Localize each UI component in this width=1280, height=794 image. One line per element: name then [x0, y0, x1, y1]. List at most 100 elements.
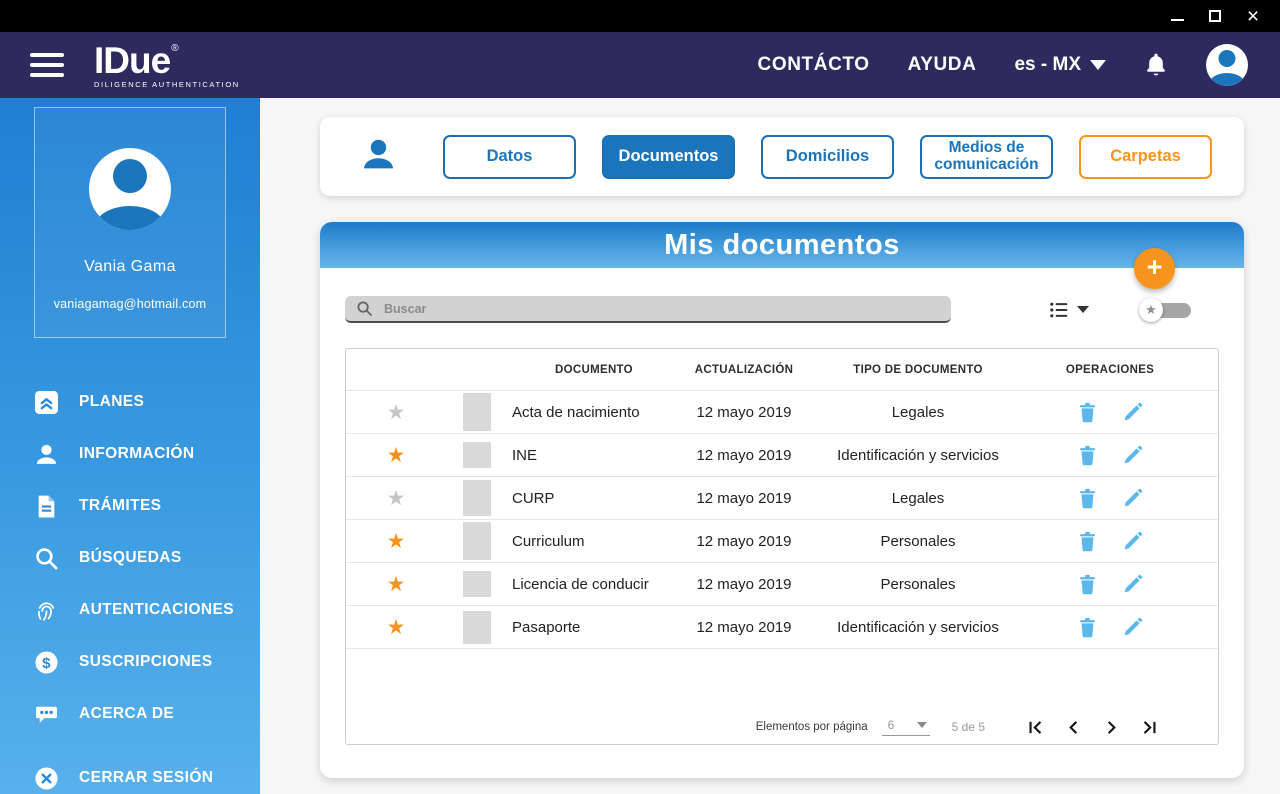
table-body: ★ Acta de nacimiento 12 mayo 2019 Legale… [346, 391, 1218, 649]
panel-title: Mis documentos [664, 228, 900, 261]
table-row: ★ Curriculum 12 mayo 2019 Personales [346, 520, 1218, 563]
sidebar-item-acerca-de[interactable]: ACERCA DE [34, 688, 260, 740]
delete-trash-icon[interactable] [1077, 488, 1098, 509]
table-header-row: DOCUMENTO ACTUALIZACIÓN TIPO DE DOCUMENT… [346, 349, 1218, 391]
sidebar: Vania Gama vaniagamag@hotmail.com PLANES… [0, 98, 260, 794]
favorite-star-icon[interactable]: ★ [387, 573, 406, 596]
favorites-filter-toggle[interactable]: ★ [1139, 297, 1191, 322]
maximize-icon[interactable] [1204, 5, 1226, 27]
close-icon[interactable]: × [1242, 5, 1264, 27]
brand-tagline: DILIGENCE AUTHENTICATION [94, 79, 240, 89]
items-per-page-select[interactable]: 6 [881, 718, 930, 736]
first-page-icon[interactable] [1027, 719, 1044, 736]
sidebar-item-label: AUTENTICACIONES [79, 601, 234, 618]
list-icon [1050, 302, 1068, 317]
doc-thumbnail [463, 442, 491, 468]
doc-type: Personales [880, 532, 956, 550]
doc-thumbnail [463, 480, 491, 516]
table-row: ★ CURP 12 mayo 2019 Legales [346, 477, 1218, 520]
profile-name: Vania Gama [84, 258, 176, 275]
sidebar-item-informacion[interactable]: INFORMACIÓN [34, 428, 260, 480]
sidebar-item-label: ACERCA DE [79, 705, 175, 722]
edit-pencil-icon[interactable] [1122, 402, 1143, 423]
chevron-down-icon [1090, 60, 1106, 70]
tab-carpetas[interactable]: Carpetas [1079, 134, 1212, 179]
doc-name: INE [512, 446, 538, 464]
doc-type: Identificación y servicios [837, 446, 999, 464]
documents-panel-header: Mis documentos [320, 222, 1244, 268]
table-row: ★ Licencia de conducir 12 mayo 2019 Pers… [346, 563, 1218, 606]
hamburger-menu-icon[interactable] [30, 53, 64, 77]
delete-trash-icon[interactable] [1077, 617, 1098, 638]
edit-pencil-icon[interactable] [1122, 574, 1143, 595]
edit-pencil-icon[interactable] [1122, 488, 1143, 509]
favorite-star-icon[interactable]: ★ [387, 616, 406, 639]
search-input[interactable] [384, 301, 940, 316]
doc-name: Curriculum [512, 532, 585, 550]
tab-datos[interactable]: Datos [443, 134, 576, 179]
profile-card: Vania Gama vaniagamag@hotmail.com [34, 107, 226, 338]
doc-name: Licencia de conducir [512, 575, 649, 593]
last-page-icon[interactable] [1141, 719, 1158, 736]
edit-pencil-icon[interactable] [1122, 617, 1143, 638]
tab-domicilios[interactable]: Domicilios [761, 134, 894, 179]
favorite-star-icon[interactable]: ★ [387, 401, 406, 424]
help-link[interactable]: AYUDA [908, 54, 977, 76]
doc-type: Identificación y servicios [837, 618, 999, 636]
notifications-bell-icon[interactable] [1144, 52, 1168, 78]
sidebar-item-busquedas[interactable]: BÚSQUEDAS [34, 532, 260, 584]
favorite-star-icon[interactable]: ★ [387, 487, 406, 510]
search-row: ★ [345, 296, 1219, 323]
col-tipo: TIPO DE DOCUMENTO [853, 363, 983, 376]
brand-logo: IDue ® DILIGENCE AUTHENTICATION [94, 42, 240, 89]
language-selector[interactable]: es - MX [1014, 54, 1106, 76]
search-icon [357, 301, 372, 316]
app-header: IDue ® DILIGENCE AUTHENTICATION CONTÁCTO… [0, 32, 1280, 98]
doc-thumbnail [463, 522, 491, 560]
sidebar-item-cerrar-sesion[interactable]: CERRAR SESIÓN [34, 752, 260, 794]
doc-name: CURP [512, 489, 555, 507]
minimize-icon[interactable] [1166, 5, 1188, 27]
doc-thumbnail [463, 393, 491, 431]
delete-trash-icon[interactable] [1077, 531, 1098, 552]
sidebar-item-tramites[interactable]: TRÁMITES [34, 480, 260, 532]
documents-table: DOCUMENTO ACTUALIZACIÓN TIPO DE DOCUMENT… [345, 348, 1219, 745]
delete-trash-icon[interactable] [1077, 445, 1098, 466]
plans-icon [34, 390, 59, 415]
fingerprint-icon [34, 598, 59, 623]
previous-page-icon[interactable] [1065, 719, 1082, 736]
sidebar-item-label: INFORMACIÓN [79, 445, 195, 462]
delete-trash-icon[interactable] [1077, 402, 1098, 423]
list-view-selector[interactable] [1049, 300, 1089, 320]
user-avatar[interactable] [1206, 44, 1248, 86]
col-documento: DOCUMENTO [555, 363, 633, 376]
tab-medios-de-comunicacion[interactable]: Medios de comunicación [920, 134, 1053, 179]
doc-thumbnail [463, 571, 491, 597]
chevron-down-icon [1077, 306, 1089, 313]
profile-email: vaniagamag@hotmail.com [53, 297, 207, 311]
add-document-button[interactable]: + [1134, 248, 1175, 289]
plus-icon: + [1146, 252, 1163, 282]
doc-name: Acta de nacimiento [512, 403, 640, 421]
contact-link[interactable]: CONTÁCTO [758, 54, 870, 76]
sidebar-item-autenticaciones[interactable]: AUTENTICACIONES [34, 584, 260, 636]
sidebar-item-label: SUSCRIPCIONES [79, 653, 213, 670]
sidebar-item-planes[interactable]: PLANES [34, 376, 260, 428]
person-icon [34, 442, 59, 467]
delete-trash-icon[interactable] [1077, 574, 1098, 595]
favorite-star-icon[interactable]: ★ [387, 444, 406, 467]
sidebar-item-label: PLANES [79, 393, 145, 410]
star-icon: ★ [1139, 297, 1163, 322]
sidebar-item-suscripciones[interactable]: $ SUSCRIPCIONES [34, 636, 260, 688]
edit-pencil-icon[interactable] [1122, 531, 1143, 552]
favorite-star-icon[interactable]: ★ [387, 530, 406, 553]
tab-documentos[interactable]: Documentos [602, 134, 735, 179]
table-row: ★ Acta de nacimiento 12 mayo 2019 Legale… [346, 391, 1218, 434]
main-content: Datos Documentos Domicilios Medios de co… [260, 98, 1280, 794]
language-label: es - MX [1014, 54, 1081, 75]
edit-pencil-icon[interactable] [1122, 445, 1143, 466]
pagination: Elementos por página 6 5 de 5 [346, 718, 1218, 736]
next-page-icon[interactable] [1103, 719, 1120, 736]
sidebar-item-label: TRÁMITES [79, 497, 162, 514]
table-row: ★ INE 12 mayo 2019 Identificación y serv… [346, 434, 1218, 477]
